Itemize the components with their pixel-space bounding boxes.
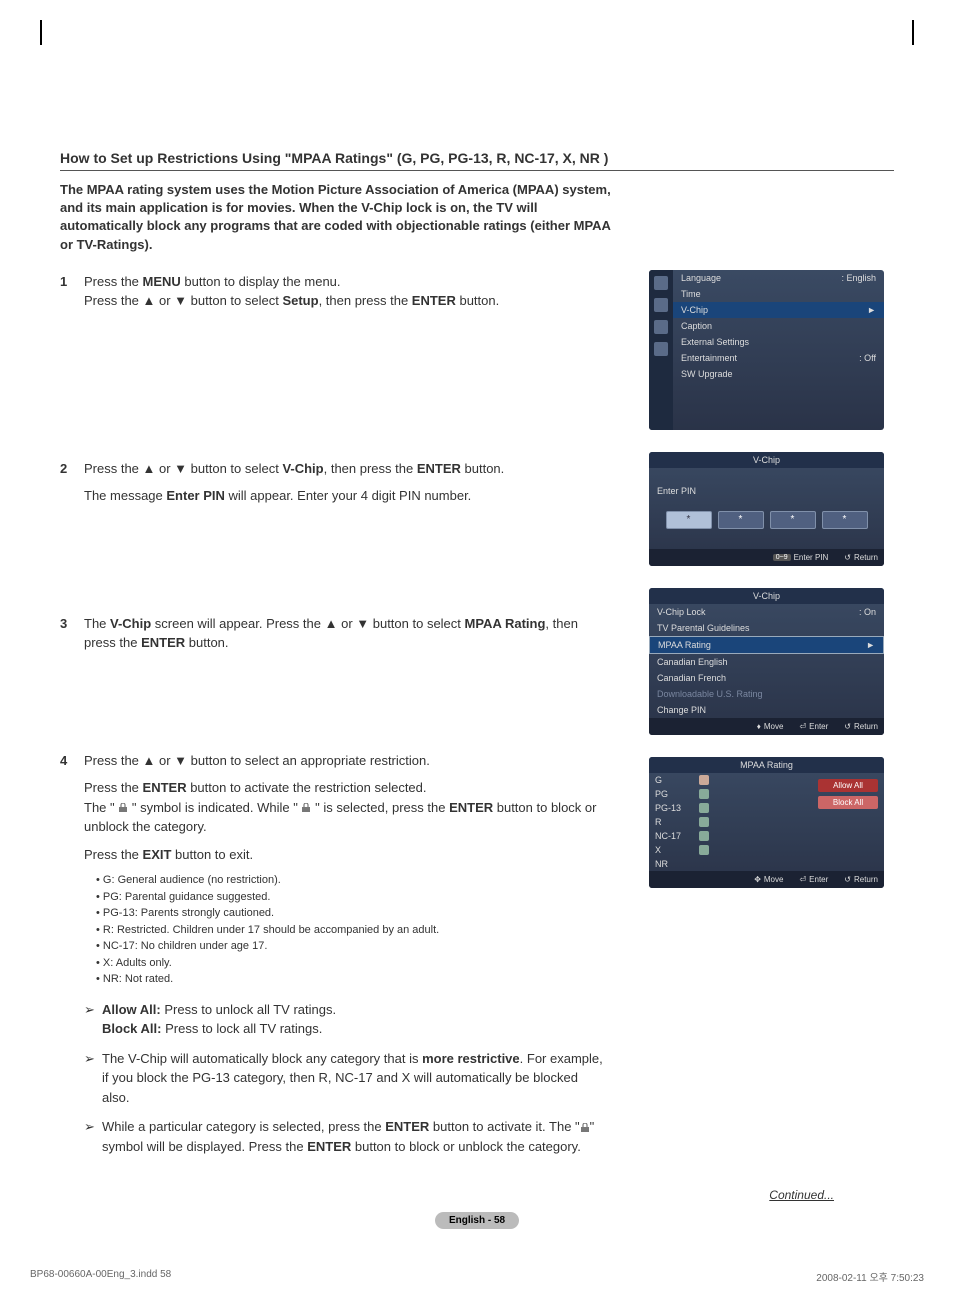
step-number: 2 [60, 459, 84, 514]
mpaa-row: PG [649, 787, 818, 801]
osd-row: TV Parental Guidelines [649, 620, 884, 636]
osd-vchip-menu: V-Chip V-Chip Lock: On TV Parental Guide… [649, 588, 884, 735]
pin-digit: * [822, 511, 868, 529]
osd-hint-return: ↺Return [844, 722, 878, 731]
osd-hint-return: ↺Return [844, 875, 878, 884]
lock-icon [699, 831, 709, 841]
osd-row: V-Chip Lock: On [649, 604, 884, 620]
print-timestamp: 2008-02-11 오후 7:50:23 [816, 1269, 924, 1284]
pin-digit: * [718, 511, 764, 529]
step-text: Press the ▲ or ▼ button to select V-Chip… [84, 459, 604, 479]
lock-icon [699, 817, 709, 827]
osd-row-selected: MPAA Rating► [649, 636, 884, 654]
osd-row-disabled: Downloadable U.S. Rating [649, 686, 884, 702]
rating-definitions: • G: General audience (no restriction). … [96, 872, 604, 988]
step-text: Press the ENTER button to activate the r… [84, 778, 604, 837]
osd-row: Canadian French [649, 670, 884, 686]
lock-icon [699, 845, 709, 855]
lock-icon [580, 1123, 590, 1133]
osd-enter-pin-label: Enter PIN [649, 468, 884, 499]
osd-hint-move: ♦Move [757, 722, 784, 731]
mpaa-row: X [649, 843, 818, 857]
osd-row-language: Language: English [673, 270, 884, 286]
lock-open-icon [699, 775, 709, 785]
osd-row-external: External Settings [673, 334, 884, 350]
lock-icon [699, 789, 709, 799]
mpaa-row: PG-13 [649, 801, 818, 815]
section-title: How to Set up Restrictions Using "MPAA R… [60, 150, 894, 171]
lock-icon [301, 803, 311, 813]
osd-hint-return: ↺Return [844, 553, 878, 562]
crop-mark [912, 20, 914, 45]
osd-setup-menu: Setup Language: English Time V-Chip► Cap… [649, 270, 884, 430]
sidebar-icon [654, 320, 668, 334]
osd-row: Change PIN [649, 702, 884, 718]
osd-row-entertainment: Entertainment: Off [673, 350, 884, 366]
step-number: 3 [60, 614, 84, 661]
step-number: 1 [60, 272, 84, 319]
osd-mpaa-rating: MPAA Rating G PG PG-13 R NC-17 X NR Allo… [649, 757, 884, 888]
sidebar-icon [654, 342, 668, 356]
osd-title: MPAA Rating [649, 757, 884, 773]
osd-row-swupgrade: SW Upgrade [673, 366, 884, 382]
lock-icon [699, 803, 709, 813]
osd-row-caption: Caption [673, 318, 884, 334]
pin-digit: * [666, 511, 712, 529]
osd-row-time: Time [673, 286, 884, 302]
osd-title: V-Chip [649, 452, 884, 468]
note-item: The V-Chip will automatically block any … [102, 1049, 604, 1108]
mpaa-row: NR [649, 857, 818, 871]
crop-mark [40, 20, 42, 45]
sidebar-icon [654, 276, 668, 290]
note-item: While a particular category is selected,… [102, 1117, 604, 1156]
pin-digit: * [770, 511, 816, 529]
osd-hint-move: ✥Move [754, 875, 783, 884]
step-text: The message Enter PIN will appear. Enter… [84, 486, 604, 506]
osd-row-vchip: V-Chip► [673, 302, 884, 318]
osd-hint-enter: ⏎Enter [799, 722, 828, 731]
mpaa-row: G [649, 773, 818, 787]
print-filename: BP68-00660A-00Eng_3.indd 58 [30, 1269, 171, 1284]
osd-enter-pin: V-Chip Enter PIN * * * * 0~9Enter PIN ↺R… [649, 452, 884, 566]
step-text: Press the MENU button to display the men… [84, 272, 604, 311]
step-text: The V-Chip screen will appear. Press the… [84, 614, 604, 653]
osd-row: Canadian English [649, 654, 884, 670]
osd-title: V-Chip [649, 588, 884, 604]
allow-all-button: Allow All [818, 779, 878, 792]
page-footer: English - 58 [435, 1212, 519, 1229]
lock-icon [118, 803, 128, 813]
intro-paragraph: The MPAA rating system uses the Motion P… [60, 181, 620, 254]
osd-hint-enter: ⏎Enter [799, 875, 828, 884]
step-text: Press the EXIT button to exit. [84, 845, 604, 865]
sidebar-icon [654, 298, 668, 312]
step-number: 4 [60, 751, 84, 1169]
mpaa-row: NC-17 [649, 829, 818, 843]
osd-hint-enterpin: 0~9Enter PIN [773, 553, 829, 562]
osd-sidebar [649, 270, 673, 430]
block-all-button: Block All [818, 796, 878, 809]
continued-label: Continued... [60, 1188, 834, 1202]
mpaa-row: R [649, 815, 818, 829]
step-text: Press the ▲ or ▼ button to select an app… [84, 751, 604, 771]
note-item: Allow All: Press to unlock all TV rating… [102, 1000, 604, 1039]
